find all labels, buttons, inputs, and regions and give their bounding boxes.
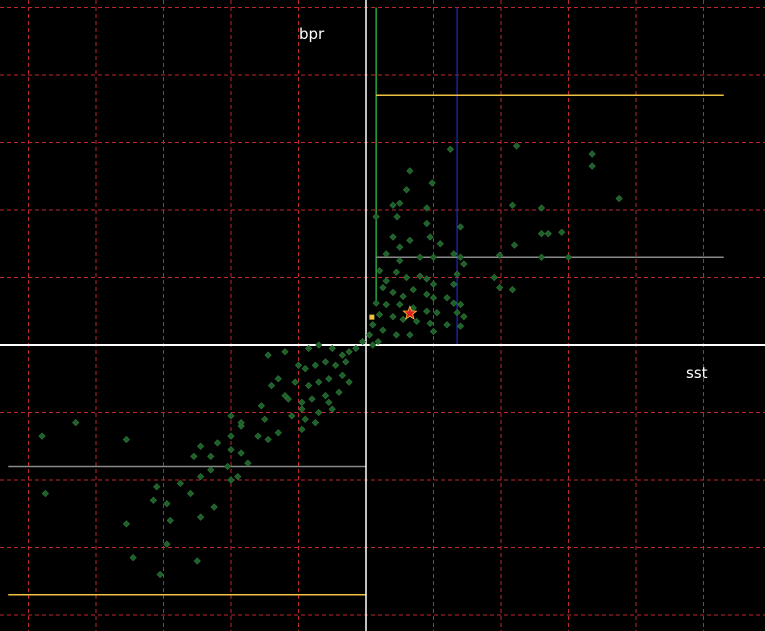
- x-axis-label: sst: [686, 364, 708, 382]
- scatter-chart: bpr sst: [0, 0, 765, 631]
- y-axis-label: bpr: [299, 25, 325, 43]
- origin-marker: [369, 314, 375, 320]
- plot-area: bpr sst: [0, 0, 765, 631]
